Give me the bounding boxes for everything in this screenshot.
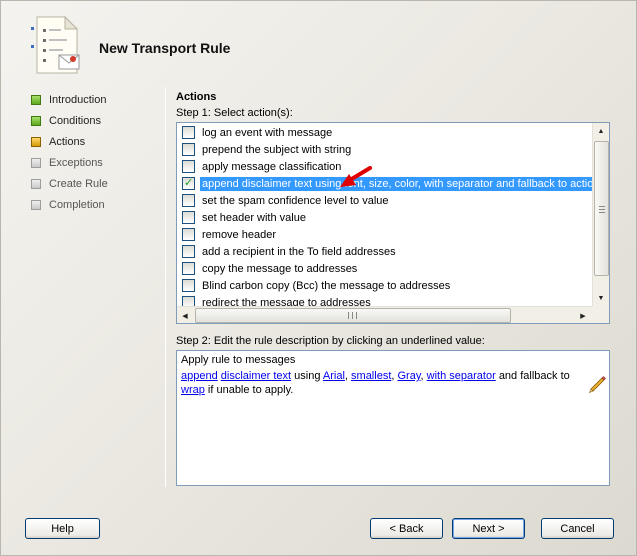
description-text: using	[294, 370, 321, 382]
description-separator: ,	[420, 370, 424, 382]
scrollbar-corner	[592, 306, 609, 323]
action-item-selected[interactable]: append disclaimer text using font, size,…	[177, 175, 609, 192]
action-checkbox[interactable]	[182, 211, 195, 224]
fallback-action-link[interactable]: wrap	[181, 384, 205, 396]
scroll-down-arrow-icon[interactable]: ▼	[593, 290, 609, 307]
action-label: log an event with message	[202, 126, 333, 139]
wizard-step-label: Conditions	[49, 114, 101, 127]
action-checkbox[interactable]	[182, 194, 195, 207]
disclaimer-text-link[interactable]: disclaimer text	[221, 370, 291, 382]
horizontal-scrollbar[interactable]: ◀ ▶	[177, 306, 609, 323]
action-label: prepend the subject with string	[202, 143, 352, 156]
rule-description-intro: Apply rule to messages	[181, 354, 296, 366]
cancel-button[interactable]: Cancel	[541, 518, 614, 539]
new-transport-rule-dialog: New Transport Rule Introduction Conditio…	[0, 0, 637, 556]
transport-rule-wizard-icon	[31, 15, 80, 74]
action-checkbox-checked[interactable]	[182, 176, 195, 190]
step1-label: Step 1: Select action(s):	[176, 107, 293, 119]
step-pending-icon	[31, 157, 41, 168]
action-item[interactable]: prepend the subject with string	[177, 141, 592, 158]
rule-description-action: append disclaimer text using Arial, smal…	[181, 369, 585, 397]
action-checkbox[interactable]	[182, 160, 195, 173]
action-item[interactable]: add a recipient in the To field addresse…	[177, 243, 592, 260]
action-checkbox[interactable]	[182, 245, 195, 258]
action-item[interactable]: copy the message to addresses	[177, 260, 592, 277]
action-item[interactable]: apply message classification	[177, 158, 592, 175]
action-label: add a recipient in the To field addresse…	[202, 245, 396, 258]
scroll-left-arrow-icon[interactable]: ◀	[177, 307, 193, 323]
action-checkbox[interactable]	[182, 143, 195, 156]
wizard-step-label: Exceptions	[49, 156, 103, 169]
action-label: set header with value	[202, 211, 306, 224]
vertical-scrollbar[interactable]: ▲ ▼	[592, 123, 609, 307]
step-pending-icon	[31, 178, 41, 189]
scroll-right-arrow-icon[interactable]: ▶	[575, 307, 591, 323]
step-complete-icon	[31, 94, 41, 105]
wizard-step-label: Introduction	[49, 93, 107, 106]
help-button[interactable]: Help	[25, 518, 100, 539]
wizard-step-label: Completion	[49, 198, 105, 211]
wizard-step-actions[interactable]: Actions	[31, 131, 108, 152]
separator-link[interactable]: with separator	[427, 370, 496, 382]
scroll-up-arrow-icon[interactable]: ▲	[593, 123, 609, 140]
append-link[interactable]: append	[181, 370, 218, 382]
dialog-title: New Transport Rule	[99, 40, 231, 56]
font-link[interactable]: Arial	[323, 370, 345, 382]
action-item[interactable]: set header with value	[177, 209, 592, 226]
action-item[interactable]: remove header	[177, 226, 592, 243]
edit-pencil-icon[interactable]	[587, 373, 607, 393]
section-title: Actions	[176, 91, 217, 103]
action-label: Blind carbon copy (Bcc) the message to a…	[202, 279, 451, 292]
actions-checklist[interactable]: log an event with message prepend the su…	[176, 122, 610, 324]
action-label: set the spam confidence level to value	[202, 194, 389, 207]
description-text: if unable to apply.	[207, 384, 294, 396]
step2-label: Step 2: Edit the rule description by cli…	[176, 335, 485, 347]
wizard-step-conditions[interactable]: Conditions	[31, 110, 108, 131]
wizard-step-completion: Completion	[31, 194, 108, 215]
action-checkbox[interactable]	[182, 262, 195, 275]
action-item[interactable]: Blind carbon copy (Bcc) the message to a…	[177, 277, 592, 294]
step-complete-icon	[31, 115, 41, 126]
step-pending-icon	[31, 199, 41, 210]
back-button[interactable]: < Back	[370, 518, 443, 539]
action-item[interactable]: set the spam confidence level to value	[177, 192, 592, 209]
action-item[interactable]: log an event with message	[177, 124, 592, 141]
rule-description-box: Apply rule to messages append disclaimer…	[176, 350, 610, 486]
action-label: copy the message to addresses	[202, 262, 358, 275]
action-checkbox[interactable]	[182, 279, 195, 292]
wizard-steps-nav: Introduction Conditions Actions Exceptio…	[31, 89, 108, 215]
wizard-step-exceptions: Exceptions	[31, 152, 108, 173]
action-label: apply message classification	[202, 160, 342, 173]
next-button[interactable]: Next >	[452, 518, 525, 539]
wizard-step-label: Actions	[49, 135, 86, 148]
horizontal-scroll-thumb[interactable]	[195, 308, 511, 323]
action-checkbox[interactable]	[182, 228, 195, 241]
vertical-scroll-thumb[interactable]	[594, 141, 609, 276]
description-separator: ,	[391, 370, 395, 382]
description-separator: ,	[344, 370, 348, 382]
wizard-step-introduction[interactable]: Introduction	[31, 89, 108, 110]
nav-divider	[165, 87, 166, 487]
size-link[interactable]: smallest	[351, 370, 391, 382]
action-label: remove header	[202, 228, 276, 241]
step-current-icon	[31, 136, 41, 147]
action-label: append disclaimer text using font, size,…	[200, 176, 609, 191]
action-checkbox[interactable]	[182, 126, 195, 139]
description-text: and fallback to	[498, 370, 570, 382]
color-link[interactable]: Gray	[398, 370, 421, 382]
wizard-step-label: Create Rule	[49, 177, 108, 190]
wizard-step-create-rule: Create Rule	[31, 173, 108, 194]
annotation-arrow-icon	[340, 166, 372, 187]
